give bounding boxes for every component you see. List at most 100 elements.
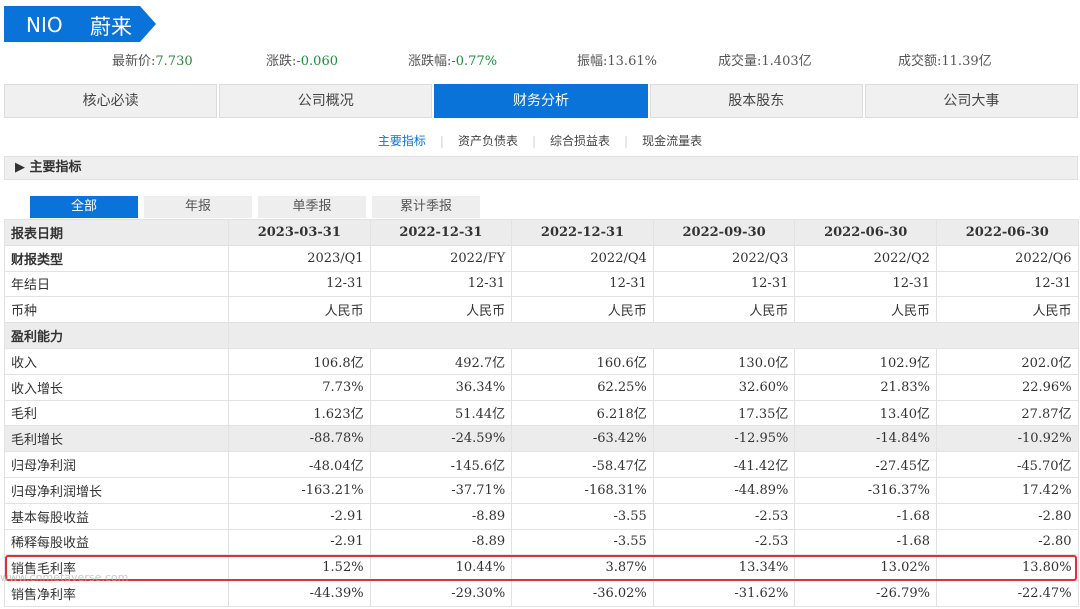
table-row: 币种 人民币 人民币 人民币 人民币 人民币 人民币	[4, 296, 1079, 324]
value-cell: 21.83%	[794, 373, 937, 401]
value-cell: -10.92%	[935, 425, 1079, 453]
link-separator: |	[531, 134, 537, 148]
value-cell: 32.60%	[652, 373, 796, 401]
quote-label: 振幅:	[577, 54, 608, 69]
stock-code: NIO	[26, 13, 63, 37]
header-label-cell: 报表日期	[4, 219, 229, 246]
row-label-cell: 基本每股收益	[4, 502, 229, 530]
value-cell: 12-31	[652, 270, 796, 298]
value-cell: -88.78%	[228, 425, 371, 453]
table-row: 归母净利润增长 -163.21% -37.71% -168.31% -44.89% -31…	[4, 476, 1079, 504]
row-label-cell: 销售毛利率	[4, 554, 229, 582]
value-cell: -37.71%	[369, 476, 513, 504]
main-tab[interactable]: 公司大事	[864, 84, 1079, 118]
table-row: 盈利能力	[4, 322, 1079, 349]
value-cell: 202.0亿	[935, 347, 1079, 375]
section-header-main-indicators[interactable]: ▶ 主要指标	[4, 156, 1078, 180]
value-cell: -14.84%	[794, 425, 937, 453]
main-tab[interactable]: 财务分析	[434, 84, 648, 118]
value-cell: -2.80	[935, 502, 1079, 530]
table-row: 销售毛利率 1.52% 10.44% 3.87% 13.34% 13.02% 13.80%	[4, 554, 1079, 582]
value-cell: 13.02%	[794, 554, 937, 582]
statement-link[interactable]: 主要指标	[378, 134, 426, 148]
table-row: 毛利增长 -88.78% -24.59% -63.42% -12.95% -14.84% -…	[4, 425, 1079, 453]
value-cell: 130.0亿	[652, 347, 796, 375]
value-cell: 人民币	[935, 296, 1079, 324]
value-cell: -63.42%	[511, 425, 654, 453]
header-date-cell: 2022-09-30	[652, 219, 796, 246]
value-cell: 17.42%	[935, 476, 1079, 504]
quote-item: 涨跌幅:-0.77%	[408, 50, 497, 69]
table-row: 稀释每股收益 -2.91 -8.89 -3.55 -2.53 -1.68 -2.80	[4, 528, 1079, 556]
quote-item: 成交量:1.403亿	[718, 50, 812, 69]
value-cell: -26.79%	[794, 580, 937, 607]
stock-name: 蔚来	[90, 15, 132, 39]
row-label-cell: 销售净利率	[4, 580, 229, 607]
value-cell: 13.40亿	[794, 399, 937, 427]
value-cell: 6.218亿	[511, 399, 654, 427]
row-label-cell: 收入	[4, 347, 229, 375]
statement-link[interactable]: 现金流量表	[642, 134, 702, 148]
table-row: 年结日 12-31 12-31 12-31 12-31 12-31 12-31	[4, 270, 1079, 298]
statement-link[interactable]: 资产负债表	[458, 134, 518, 148]
value-cell: 人民币	[794, 296, 937, 324]
value-cell: -145.6亿	[369, 451, 513, 478]
value-cell: 13.34%	[652, 554, 796, 582]
value-cell: -3.55	[511, 528, 654, 556]
row-label-cell: 归母净利润	[4, 451, 229, 478]
quote-value: -0.77%	[451, 54, 498, 69]
period-tab[interactable]: 全部	[30, 196, 138, 218]
value-cell: -1.68	[794, 528, 937, 556]
value-cell: 62.25%	[511, 373, 654, 401]
value-cell: 17.35亿	[652, 399, 796, 427]
main-tab[interactable]: 公司概况	[219, 84, 433, 118]
value-cell: -2.91	[228, 502, 371, 530]
table-row: 毛利 1.623亿 51.44亿 6.218亿 17.35亿 13.40亿 27.87亿	[4, 399, 1079, 427]
row-label-cell: 年结日	[4, 270, 229, 298]
table-header-row: 报表日期 2023-03-31 2022-12-31 2022-12-31 2022-0…	[4, 219, 1079, 246]
value-cell: 2022/Q4	[511, 244, 654, 272]
value-cell: 10.44%	[369, 554, 513, 582]
value-cell: -36.02%	[511, 580, 654, 607]
statement-links: 主要指标 | 资产负债表 | 综合损益表 | 现金流量表	[0, 132, 1080, 149]
value-cell: 12-31	[228, 270, 371, 298]
quote-label: 成交额:	[898, 54, 942, 69]
table-row: 基本每股收益 -2.91 -8.89 -3.55 -2.53 -1.68 -2.80	[4, 502, 1079, 530]
value-cell: -44.39%	[228, 580, 371, 607]
main-tab[interactable]: 股本股东	[649, 84, 863, 118]
main-tabs: 核心必读 公司概况 财务分析 股本股东 公司大事	[4, 84, 1079, 118]
value-cell: 人民币	[369, 296, 513, 324]
value-cell: -12.95%	[652, 425, 796, 453]
value-cell: 160.6亿	[511, 347, 654, 375]
value-cell: -48.04亿	[228, 451, 371, 478]
value-cell: 2022/Q6	[935, 244, 1079, 272]
quote-label: 成交量:	[718, 54, 762, 69]
period-tab[interactable]: 年报	[144, 196, 252, 218]
value-cell: 3.87%	[511, 554, 654, 582]
stock-badge: NIO 蔚来	[4, 6, 156, 42]
statement-link[interactable]: 综合损益表	[550, 134, 610, 148]
value-cell: -2.80	[935, 528, 1079, 556]
section-label-cell: 盈利能力	[4, 322, 229, 349]
value-cell: -24.59%	[369, 425, 513, 453]
main-tab[interactable]: 核心必读	[4, 84, 218, 118]
value-cell: -8.89	[369, 528, 513, 556]
value-cell: -27.45亿	[794, 451, 937, 478]
row-label-cell: 收入增长	[4, 373, 229, 401]
quote-label: 最新价:	[112, 54, 156, 69]
quote-value: 1.403亿	[761, 54, 812, 69]
value-cell: 102.9亿	[794, 347, 937, 375]
row-label-cell: 财报类型	[4, 244, 229, 272]
row-label-cell: 归母净利润增长	[4, 476, 229, 504]
value-cell: -2.53	[652, 528, 796, 556]
quote-value: -0.060	[296, 54, 338, 69]
value-cell: 1.623亿	[228, 399, 371, 427]
value-cell: 492.7亿	[369, 347, 513, 375]
period-tabs: 全部 年报 单季报 累计季报	[30, 196, 486, 218]
period-tab[interactable]: 单季报	[258, 196, 366, 218]
row-label-cell: 币种	[4, 296, 229, 324]
period-tab[interactable]: 累计季报	[372, 196, 480, 218]
value-cell: 12-31	[511, 270, 654, 298]
value-cell: 12-31	[794, 270, 937, 298]
quote-value: 13.61%	[607, 54, 657, 69]
